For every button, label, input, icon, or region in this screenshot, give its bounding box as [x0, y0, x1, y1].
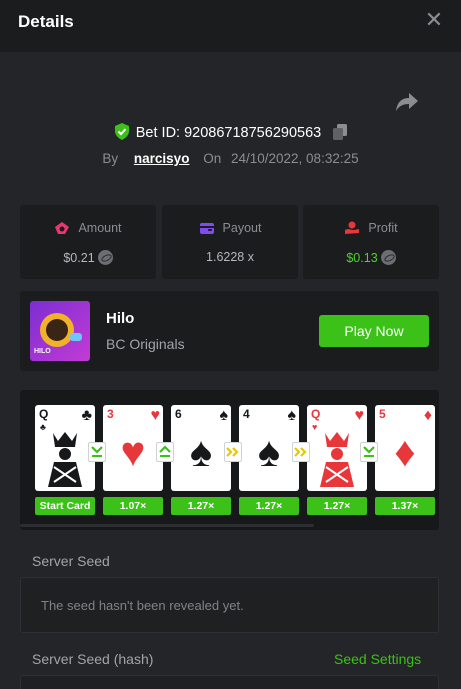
- playing-card: 4 ♠ ♠: [239, 405, 299, 491]
- playing-card: Q ♣ ♣: [35, 405, 95, 491]
- chevron-down-icon: [360, 442, 378, 462]
- cards-history: Q ♣ ♣ Start Card 3 ♥ ♥ 1.07× 6 ♠ ♠ 1.27× 4 ♠ ♠ 1.27× Q ♥ ♥…: [20, 390, 439, 530]
- server-seed-label: Server Seed: [32, 553, 110, 569]
- bets-icon: [55, 222, 70, 234]
- server-seed-value: The seed hasn't been revealed yet.: [41, 598, 244, 613]
- server-seed-box: The seed hasn't been revealed yet.: [20, 577, 439, 633]
- dialog-header: Details ✕: [0, 0, 461, 52]
- share-icon[interactable]: [395, 91, 419, 113]
- amount-value-row: $0.21: [20, 250, 156, 265]
- server-seed-hash-label: Server Seed (hash): [32, 651, 154, 667]
- seed-settings-link[interactable]: Seed Settings: [334, 651, 421, 667]
- card-rank: 4: [243, 407, 250, 421]
- card-multiplier: 1.37×: [375, 497, 435, 515]
- profit-stat: Profit $0.13: [303, 205, 439, 279]
- card-multiplier: 1.27×: [171, 497, 231, 515]
- card-multiplier: 1.27×: [239, 497, 299, 515]
- playing-card: Q ♥ ♥: [307, 405, 367, 491]
- close-icon[interactable]: ✕: [424, 9, 444, 31]
- profit-icon: [345, 221, 360, 234]
- amount-stat: Amount $0.21: [20, 205, 156, 279]
- card-multiplier: 1.27×: [307, 497, 367, 515]
- card-rank: 6: [175, 407, 182, 421]
- thumbnail-badge: [70, 333, 82, 341]
- playing-card: 6 ♠ ♠: [171, 405, 231, 491]
- game-thumbnail[interactable]: HILO: [30, 301, 90, 361]
- server-seed-hash-box: [20, 675, 439, 689]
- card-suit-icon: ♠: [257, 428, 281, 475]
- card-suit-icon: ♦: [423, 407, 432, 424]
- card-suit-icon: ♣: [81, 407, 93, 424]
- by-label: By: [102, 151, 119, 166]
- username-link[interactable]: narcisyo: [134, 151, 190, 166]
- profit-label-row: Profit: [303, 221, 439, 235]
- card-rank: Q: [311, 407, 321, 421]
- game-name: Hilo: [106, 310, 135, 327]
- chevron-up-icon: [156, 442, 174, 462]
- card-suit-icon: ♠: [287, 407, 297, 424]
- skip-icon: [224, 442, 242, 462]
- bet-byline: By narcisyo On 24/10/2022, 08:32:25: [0, 151, 461, 166]
- payout-stat: Payout 1.6228 x: [162, 205, 298, 279]
- bet-datetime: 24/10/2022, 08:32:25: [230, 151, 359, 166]
- payout-label-row: Payout: [162, 221, 298, 235]
- chevron-down-icon: [88, 442, 106, 462]
- card-suit-icon: ♥: [150, 407, 161, 424]
- game-provider: BC Originals: [106, 336, 185, 352]
- card-multiplier: 1.07×: [103, 497, 163, 515]
- amount-value: $0.21: [63, 251, 95, 265]
- playing-card: 3 ♥ ♥: [103, 405, 163, 491]
- copy-icon[interactable]: [333, 124, 348, 144]
- card-rank: 3: [107, 407, 114, 421]
- payout-value: 1.6228 x: [206, 250, 254, 264]
- play-now-button[interactable]: Play Now: [319, 315, 429, 347]
- amount-label: Amount: [78, 221, 122, 235]
- profit-label: Profit: [368, 221, 398, 235]
- on-label: On: [203, 151, 222, 166]
- bet-id-row: Bet ID: 92086718756290563: [0, 123, 461, 144]
- bet-id-label: Bet ID:: [135, 125, 181, 141]
- face-card-figure-icon: [40, 427, 90, 487]
- thumbnail-character: [46, 319, 68, 341]
- payout-label: Payout: [222, 221, 262, 235]
- card-suit-icon: ♠: [219, 407, 229, 424]
- face-card-figure-icon: [312, 427, 362, 487]
- card-suit-icon: ♠: [189, 428, 213, 475]
- dialog-title: Details: [18, 12, 74, 31]
- card-suit-icon: ♥: [120, 428, 146, 475]
- shield-check-icon: [114, 123, 130, 144]
- game-card: HILO Hilo BC Originals Play Now: [20, 291, 439, 371]
- skip-icon: [292, 442, 310, 462]
- wallet-icon: [199, 223, 214, 234]
- card-rank: Q: [39, 407, 49, 421]
- amount-label-row: Amount: [20, 221, 156, 235]
- thumbnail-label: HILO: [34, 348, 51, 355]
- card-rank: 5: [379, 407, 386, 421]
- currency-coin-icon: [97, 250, 113, 265]
- bet-id-value: 92086718756290563: [184, 125, 322, 141]
- card-suit-icon: ♦: [394, 428, 416, 475]
- profit-value-row: $0.13: [303, 250, 439, 265]
- playing-card: 5 ♦ ♦: [375, 405, 435, 491]
- currency-coin-icon: [380, 250, 396, 265]
- card-suit-icon: ♥: [354, 407, 365, 424]
- cards-scrollbar[interactable]: [20, 524, 314, 527]
- profit-value: $0.13: [346, 251, 378, 265]
- card-multiplier: Start Card: [35, 497, 95, 515]
